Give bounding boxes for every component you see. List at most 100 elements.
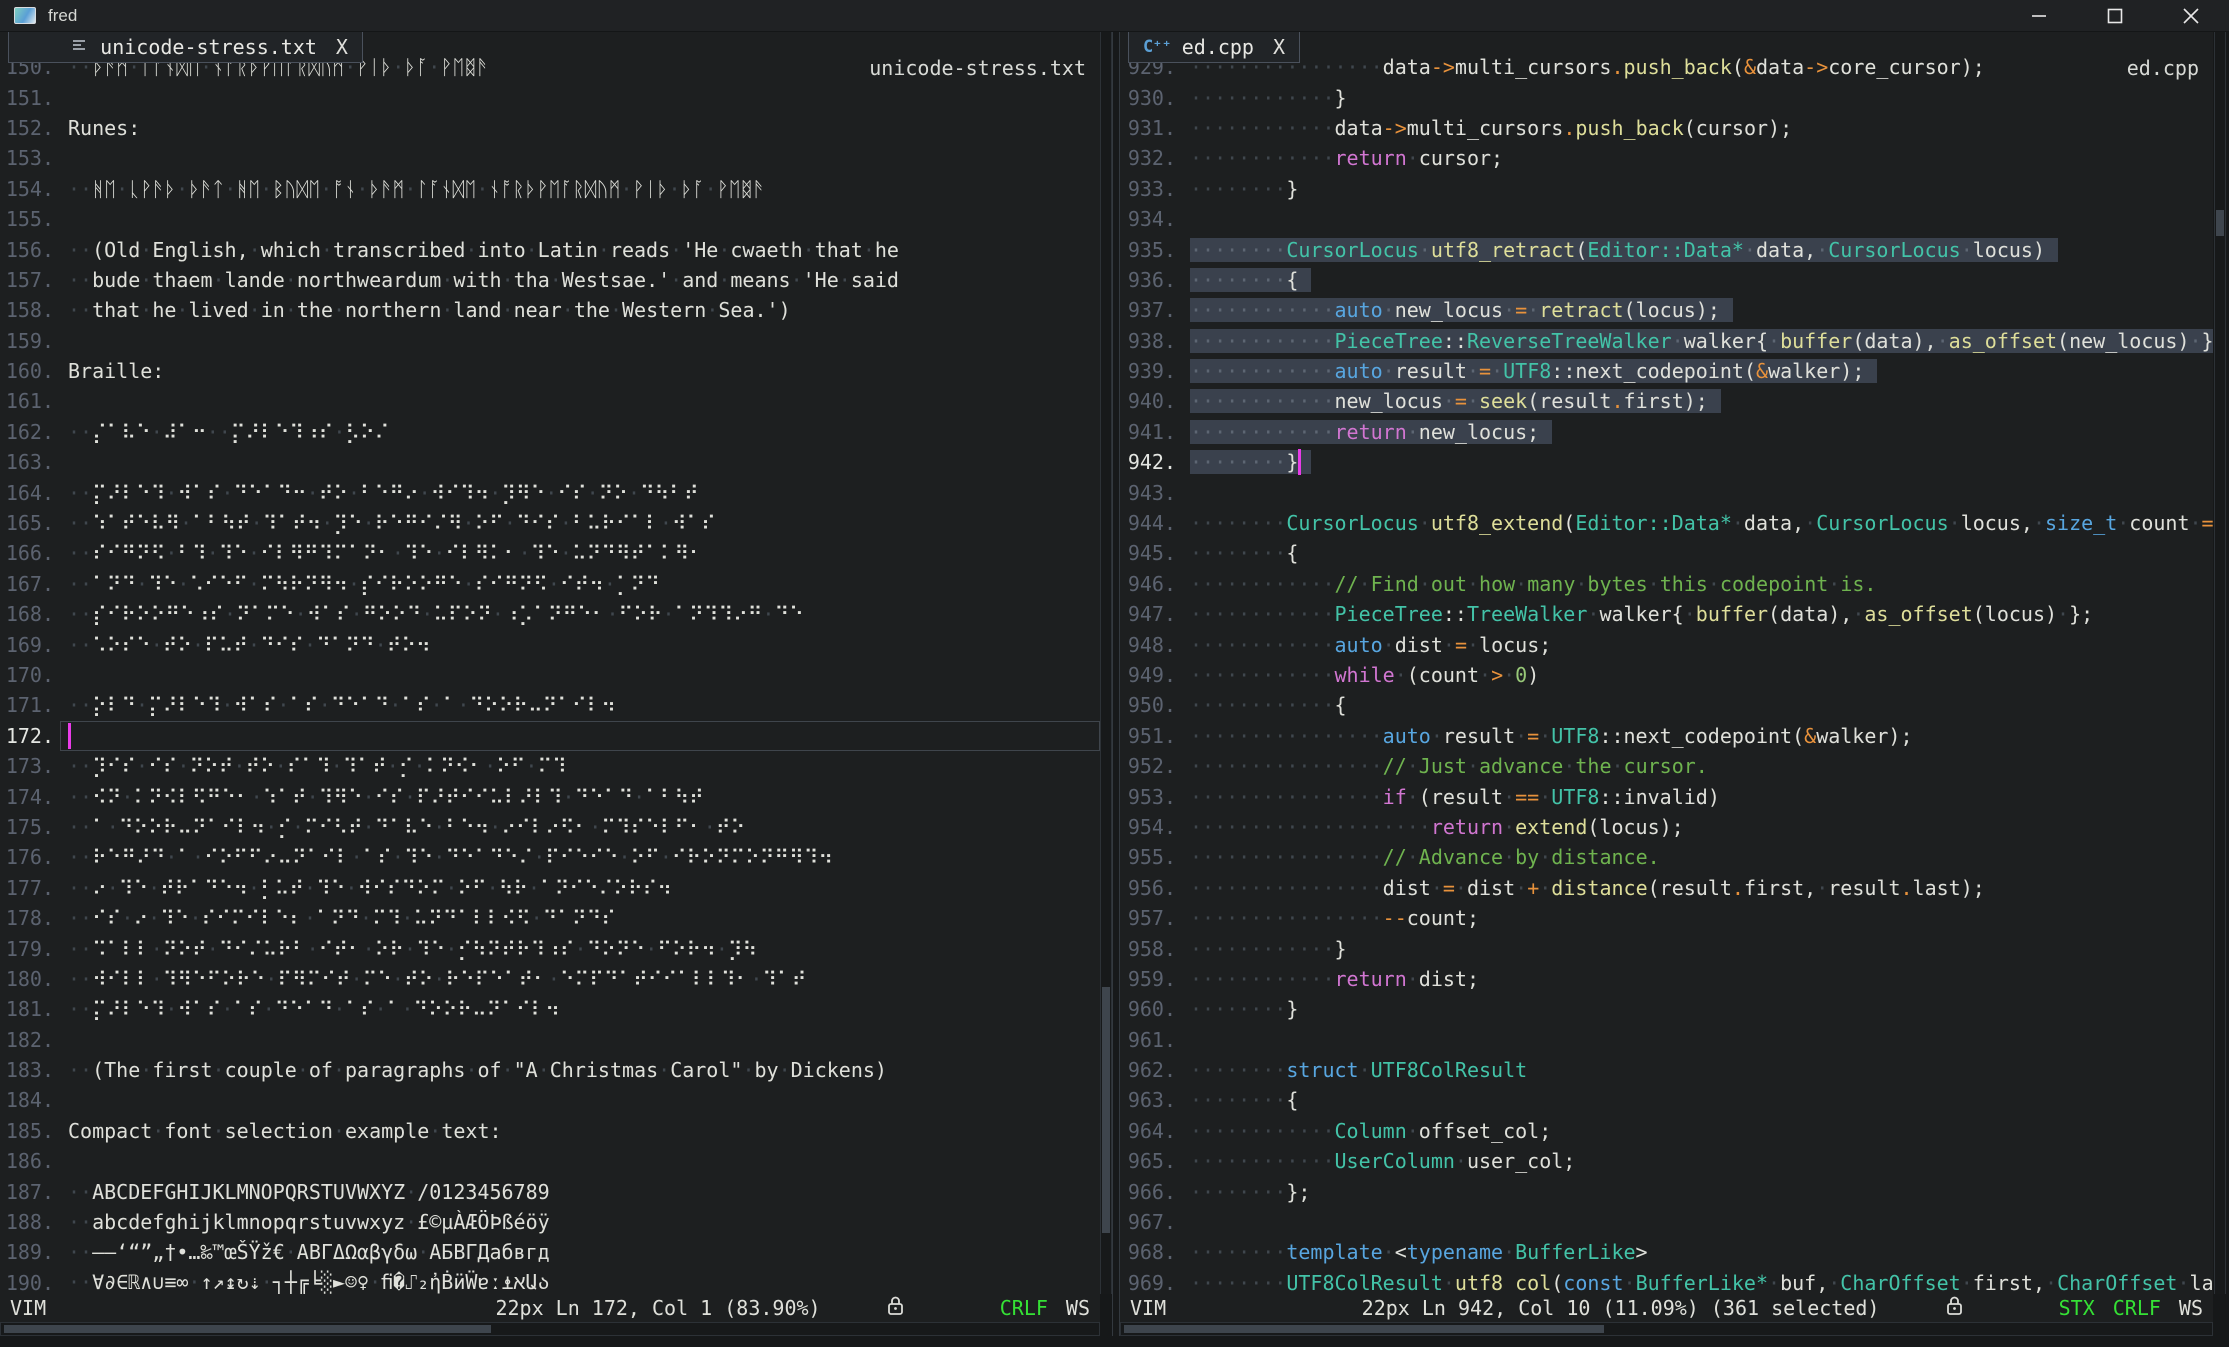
left-editor-pane[interactable]: 150.··ᚦᚫᛗ·ᛚᚪᚾᛞᛖ·ᚾᚩᚱᚦᚹᛖᚪᚱᛞᚢᛗ·ᚹᛁᚦ·ᚦᚪ·ᚹᛖᛥᚫ1… — [0, 32, 1100, 1294]
code-line[interactable]: 965.············UserColumn·user_col; — [1120, 1146, 2213, 1176]
code-line[interactable]: 956.················dist·=·dist·+·distan… — [1120, 873, 2213, 903]
code-line[interactable]: 183.··(The·first·couple·of·paragraphs·of… — [0, 1055, 1100, 1085]
maximize-button[interactable] — [2077, 0, 2153, 31]
code-line[interactable]: 955.················//·Advance·by·distan… — [1120, 842, 2213, 872]
code-line[interactable]: 936.········{ — [1120, 265, 2213, 295]
whitespace-indicator[interactable]: WS — [2179, 1296, 2203, 1320]
code-line[interactable]: 153. — [0, 143, 1100, 173]
code-line[interactable]: 969.········UTF8ColResult·utf8_col(const… — [1120, 1268, 2213, 1294]
code-line[interactable]: 175.··⠁·⠙⠕⠕⠗⠤⠝⠁⠊⠇⠲·⡊·⠍⠊⠣⠞·⠙⠁⠧⠑·⠃⠑⠲·⠔⠊⠇⠔⠫… — [0, 812, 1100, 842]
code-line[interactable]: 186. — [0, 1146, 1100, 1176]
code-line[interactable]: 171.··⡕⠇⠙·⡍⠜⠇⠑⠹·⠺⠁⠎·⠁⠎·⠙⠑⠁⠙·⠁⠎·⠁·⠙⠕⠕⠗⠤⠝⠁… — [0, 690, 1100, 720]
right-horizontal-scrollbar[interactable] — [1120, 1322, 2213, 1336]
minimize-button[interactable] — [2001, 0, 2077, 31]
code-line[interactable]: 188.··abcdefghijklmnopqrstuvwxyz·£©µÀÆÖÞ… — [0, 1207, 1100, 1237]
code-line[interactable]: 931.············data->multi_cursors.push… — [1120, 113, 2213, 143]
code-line[interactable]: 161. — [0, 386, 1100, 416]
code-line[interactable]: 170. — [0, 660, 1100, 690]
code-line[interactable]: 156.··(Old·English,·which·transcribed·in… — [0, 234, 1100, 264]
code-line[interactable]: 962.········struct·UTF8ColResult — [1120, 1055, 2213, 1085]
code-line[interactable]: 952.················//·Just·advance·the·… — [1120, 751, 2213, 781]
code-line[interactable]: 157.··bude·thaem·lande·northweardum·with… — [0, 265, 1100, 295]
code-line[interactable]: 960.········} — [1120, 994, 2213, 1024]
code-line[interactable]: 172. — [0, 721, 1100, 751]
code-line[interactable]: 155. — [0, 204, 1100, 234]
right-vertical-scrollbar[interactable] — [2214, 32, 2226, 1294]
code-line[interactable]: 947.············PieceTree::TreeWalker·wa… — [1120, 599, 2213, 629]
code-line[interactable]: 949.············while·(count·>·0) — [1120, 660, 2213, 690]
code-line[interactable]: 937.············auto·new_locus·=·retract… — [1120, 295, 2213, 325]
code-line[interactable]: 152.Runes: — [0, 113, 1100, 143]
code-line[interactable]: 957.················--count; — [1120, 903, 2213, 933]
code-line[interactable]: 968.········template·<typename·BufferLik… — [1120, 1237, 2213, 1267]
code-line[interactable]: 160.Braille: — [0, 356, 1100, 386]
code-line[interactable]: 182. — [0, 1025, 1100, 1055]
code-line[interactable]: 954.····················return·extend(lo… — [1120, 812, 2213, 842]
right-vertical-scrollbar-thumb[interactable] — [2216, 210, 2224, 236]
code-line[interactable]: 185.Compact·font·selection·example·text: — [0, 1116, 1100, 1146]
code-line[interactable]: 181.··⡍⠜⠇⠑⠹·⠺⠁⠎·⠁⠎·⠙⠑⠁⠙·⠁⠎·⠁·⠙⠕⠕⠗⠤⠝⠁⠊⠇⠲ — [0, 994, 1100, 1024]
code-line[interactable]: 162.··⡌⠁⠧⠑·⠼⠁⠒··⡍⠜⠇⠑⠹⠰⠎·⡣⠕⠌ — [0, 417, 1100, 447]
code-line[interactable]: 938.············PieceTree::ReverseTreeWa… — [1120, 326, 2213, 356]
code-line[interactable]: 939.············auto·result·=·UTF8::next… — [1120, 356, 2213, 386]
right-editor-pane[interactable]: 929.················data->multi_cursors.… — [1120, 32, 2213, 1294]
code-line[interactable]: 964.············Column·offset_col; — [1120, 1116, 2213, 1146]
whitespace-indicator[interactable]: WS — [1066, 1296, 1090, 1320]
code-line[interactable]: 953.················if·(result·==·UTF8::… — [1120, 781, 2213, 811]
code-line[interactable]: 946.············//·Find·out·how·many·byt… — [1120, 569, 2213, 599]
tab-close-icon[interactable]: X — [336, 35, 348, 59]
eol-indicator[interactable]: CRLF — [2113, 1296, 2161, 1320]
titlebar[interactable]: fred — [0, 0, 2229, 32]
code-line[interactable]: 187.··ABCDEFGHIJKLMNOPQRSTUVWXYZ·/012345… — [0, 1176, 1100, 1206]
code-line[interactable]: 934. — [1120, 204, 2213, 234]
code-line[interactable]: 190.··∀∂∈ℝ∧∪≡∞·↑↗↨↻⇣·┐┼╔╘░►☺♀·ﬁ�⑀₂ἠḂӥẄɐː… — [0, 1268, 1100, 1294]
code-line[interactable]: 177.··⠔·⠹⠑·⠞⠗⠁⠙⠑⠲·⡃⠥⠞·⠹⠑·⠺⠊⠎⠙⠕⠍·⠕⠋·⠳⠗·⠁⠝… — [0, 873, 1100, 903]
code-line[interactable]: 151. — [0, 82, 1100, 112]
code-line[interactable]: 930.············} — [1120, 82, 2213, 112]
code-line[interactable]: 941.············return·new_locus; — [1120, 417, 2213, 447]
code-line[interactable]: 933.········} — [1120, 174, 2213, 204]
code-line[interactable]: 167.··⠁⠝⠙·⠹⠑·⠡⠊⠑⠋·⠍⠳⠗⠝⠻⠲·⡎⠊⠗⠕⠕⠛⠑·⠎⠊⠛⠝⠫·⠊… — [0, 569, 1100, 599]
left-horizontal-scrollbar[interactable] — [0, 1322, 1100, 1336]
code-line[interactable]: 945.········{ — [1120, 538, 2213, 568]
left-vertical-scrollbar[interactable] — [1100, 32, 1112, 1294]
code-line[interactable]: 154.··ᚻᛖ·ᚳᚹᚫᚦ·ᚦᚫᛏ·ᚻᛖ·ᛒᚢᛞᛖ·ᚩᚾ·ᚦᚫᛗ·ᛚᚪᚾᛞᛖ·ᚾ… — [0, 174, 1100, 204]
code-line[interactable]: 173.··⡹⠊⠎·⠊⠎·⠝⠕⠞·⠞⠕·⠎⠁⠹·⠹⠁⠞·⡊·⠅⠝⠪⠂·⠕⠋·⠍⠹ — [0, 751, 1100, 781]
left-vertical-scrollbar-thumb[interactable] — [1102, 987, 1110, 1233]
tab-unicode-stress[interactable]: unicode-stress.txt X — [8, 31, 363, 63]
code-line[interactable]: 967. — [1120, 1207, 2213, 1237]
code-line[interactable]: 951.················auto·result·=·UTF8::… — [1120, 721, 2213, 751]
code-line[interactable]: 932.············return·cursor; — [1120, 143, 2213, 173]
left-horizontal-scrollbar-thumb[interactable] — [4, 1325, 491, 1333]
code-line[interactable]: 935.········CursorLocus·utf8_retract(Edi… — [1120, 234, 2213, 264]
code-line[interactable]: 948.············auto·dist·=·locus; — [1120, 629, 2213, 659]
code-line[interactable]: 950.············{ — [1120, 690, 2213, 720]
code-line[interactable]: 163. — [0, 447, 1100, 477]
code-line[interactable]: 943. — [1120, 477, 2213, 507]
code-line[interactable]: 166.··⠎⠊⠛⠝⠫·⠃⠹·⠹⠑·⠊⠇⠻⠛⠹⠍⠁⠝⠂·⠹⠑·⠊⠇⠻⠅⠂·⠹⠑·… — [0, 538, 1100, 568]
code-line[interactable]: 176.··⠗⠑⠛⠜⠙·⠁·⠊⠕⠋⠋⠔⠤⠝⠁⠊⠇·⠁⠎·⠹⠑·⠙⠑⠁⠙⠑⠌·⠏⠊… — [0, 842, 1100, 872]
tab-close-icon[interactable]: X — [1273, 35, 1285, 59]
code-line[interactable]: 174.··⠪⠝·⠅⠝⠪⠇⠫⠛⠑⠂·⠱⠁⠞·⠹⠻⠑·⠊⠎·⠏⠜⠞⠊⠊⠥⠇⠜⠇⠹·… — [0, 781, 1100, 811]
code-line[interactable]: 940.············new_locus·=·seek(result.… — [1120, 386, 2213, 416]
tab-ed-cpp[interactable]: C⁺⁺ ed.cpp X — [1128, 31, 1300, 63]
code-line[interactable]: 189.··–—‘“”„†•…‰™œŠŸž€·ΑΒΓΔΩαβγδω·АБВГДа… — [0, 1237, 1100, 1267]
code-line[interactable]: 178.··⠊⠎·⠔·⠹⠑·⠎⠊⠍⠊⠇⠑⠆·⠁⠝⠙·⠍⠹·⠥⠝⠙⠁⠇⠇⠪⠫·⠙⠁… — [0, 903, 1100, 933]
code-line[interactable]: 168.··⡎⠊⠗⠕⠕⠛⠑⠰⠎·⠝⠁⠍⠑·⠺⠁⠎·⠛⠕⠕⠙·⠥⠏⠕⠝·⠰⡡⠁⠝⠛… — [0, 599, 1100, 629]
code-line[interactable]: 942.········} — [1120, 447, 2213, 477]
code-line[interactable]: 963.········{ — [1120, 1085, 2213, 1115]
code-line[interactable]: 180.··⠺⠊⠇⠇·⠹⠻⠑⠋⠕⠗⠑·⠏⠻⠍⠊⠞·⠍⠑·⠞⠕·⠗⠑⠏⠑⠁⠞⠂·⠑… — [0, 964, 1100, 994]
code-line[interactable]: 961. — [1120, 1025, 2213, 1055]
right-horizontal-scrollbar-thumb[interactable] — [1124, 1325, 1604, 1333]
code-line[interactable]: 959.············return·dist; — [1120, 964, 2213, 994]
eol-indicator[interactable]: CRLF — [1000, 1296, 1048, 1320]
code-line[interactable]: 184. — [0, 1085, 1100, 1115]
code-line[interactable]: 158.··that·he·lived·in·the·northern·land… — [0, 295, 1100, 325]
pane-divider[interactable] — [1112, 32, 1120, 1336]
code-line[interactable]: 944.········CursorLocus·utf8_extend(Edit… — [1120, 508, 2213, 538]
code-line[interactable]: 179.··⠩⠁⠇⠇·⠝⠕⠞·⠙⠊⠌⠥⠗⠃·⠊⠞⠂·⠕⠗·⠹⠑·⡊⠳⠝⠞⠗⠹⠰⠎… — [0, 933, 1100, 963]
code-line[interactable]: 169.··⠡⠕⠎⠑·⠞⠕·⠏⠥⠞·⠙⠊⠎·⠙⠁⠝⠙·⠞⠕⠲ — [0, 629, 1100, 659]
code-line[interactable]: 958.············} — [1120, 933, 2213, 963]
code-line[interactable]: 159. — [0, 326, 1100, 356]
code-line[interactable]: 164.··⡍⠜⠇⠑⠹·⠺⠁⠎·⠙⠑⠁⠙⠒·⠞⠕·⠃⠑⠛⠔·⠺⠊⠹⠲·⡹⠻⠑·⠊… — [0, 477, 1100, 507]
